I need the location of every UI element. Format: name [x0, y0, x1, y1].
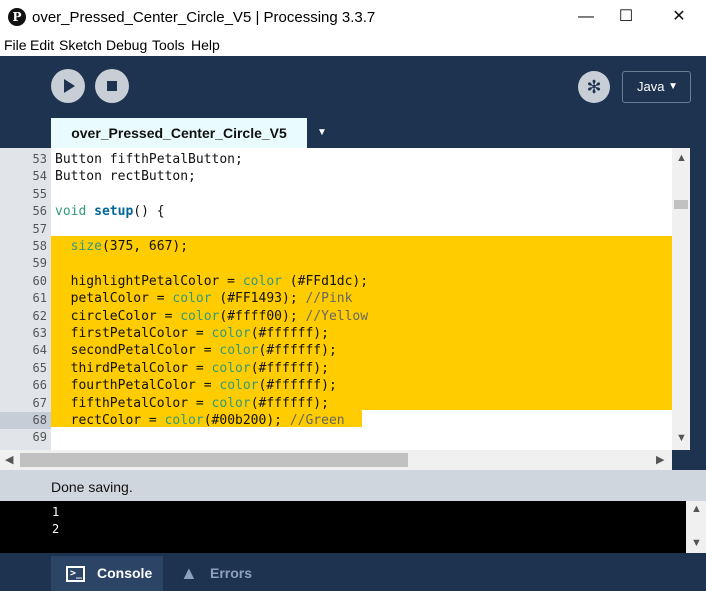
menu-file[interactable]: File [4, 37, 27, 53]
tab-console[interactable]: >_ Console [51, 556, 163, 591]
stop-button[interactable] [95, 69, 129, 103]
code-line: thirdPetalColor = color(#ffffff); [55, 360, 329, 376]
scroll-down-icon[interactable]: ▼ [676, 432, 687, 444]
title-bar: P over_Pressed_Center_Circle_V5 | Proces… [0, 0, 706, 34]
console-icon: >_ [66, 566, 85, 582]
scroll-right-icon[interactable]: ▶ [656, 453, 664, 466]
run-button[interactable] [51, 69, 85, 103]
scroll-left-icon[interactable]: ◀ [5, 453, 13, 466]
line-number: 60 [32, 273, 47, 288]
line-number: 55 [32, 186, 47, 201]
editor-vertical-scrollbar[interactable]: ▲ ▼ [672, 148, 690, 450]
tab-errors-label: Errors [210, 565, 253, 581]
line-number: 54 [32, 169, 47, 184]
toolbar: ✻ Java ▼ [0, 56, 706, 118]
code-editor[interactable]: Button fifthPetalButton; Button rectButt… [51, 148, 672, 450]
close-button[interactable]: ✕ [656, 0, 702, 34]
menu-sketch[interactable]: Sketch [59, 37, 102, 53]
scroll-down-icon[interactable]: ▼ [691, 537, 702, 549]
line-number: 64 [32, 343, 47, 358]
status-bar: Done saving. [0, 470, 706, 501]
menu-help[interactable]: Help [191, 37, 220, 53]
line-number: 57 [32, 221, 47, 236]
line-number-current: 68 [0, 412, 51, 430]
code-line: secondPetalColor = color(#ffffff); [55, 343, 337, 359]
debug-button[interactable]: ✻ [578, 71, 610, 103]
code-line: fifthPetalColor = color(#ffffff); [55, 395, 329, 411]
line-number: 56 [32, 204, 47, 219]
code-line: firstPetalColor = color(#ffffff); [55, 326, 329, 341]
code-line: highlightPetalColor = color (#FFd1dc); [55, 273, 369, 289]
code-line: void setup() { [55, 204, 165, 220]
line-number: 66 [32, 378, 47, 393]
warning-icon: ▲ [180, 563, 198, 583]
console-scrollbar[interactable]: ▲ ▼ [686, 501, 706, 553]
processing-logo-icon: P [8, 8, 26, 26]
maximize-button[interactable]: ☐ [603, 0, 649, 34]
code-line: Button fifthPetalButton; [55, 152, 243, 167]
scrollbar-thumb[interactable] [674, 200, 688, 209]
mode-label: Java [637, 79, 665, 94]
butterfly-icon: ✻ [586, 77, 602, 97]
scrollbar-thumb[interactable] [20, 453, 408, 467]
console-output[interactable]: 1 2 [0, 501, 706, 553]
code-line: size(375, 667); [70, 239, 189, 254]
line-number: 59 [32, 256, 47, 271]
menu-edit[interactable]: Edit [30, 37, 54, 53]
line-number: 69 [32, 430, 47, 445]
tab-console-label: Console [97, 565, 153, 581]
menu-bar: File Edit Sketch Debug Tools Help [0, 34, 706, 56]
bottom-tab-bar: >_ Console ▲ Errors [0, 553, 706, 591]
code-line: Button rectButton; [55, 169, 196, 185]
tab-sketch[interactable]: over_Pressed_Center_Circle_V5 [51, 118, 307, 148]
line-number: 61 [32, 291, 47, 306]
chevron-down-icon: ▼ [668, 81, 678, 92]
code-line: petalColor = color (#FF1493); //Pink [55, 291, 353, 307]
line-number: 62 [32, 308, 47, 323]
tab-errors[interactable]: ▲ Errors [168, 556, 268, 591]
line-number-gutter: 53 54 55 56 57 58 59 60 61 62 63 64 65 6… [0, 148, 51, 450]
code-line: circleColor = color(#ffff00); //Yellow [55, 308, 369, 324]
line-number: 58 [32, 239, 47, 253]
sketch-tab-bar: over_Pressed_Center_Circle_V5 ▼ [0, 118, 706, 148]
mode-selector[interactable]: Java ▼ [622, 71, 691, 103]
line-number: 53 [32, 152, 47, 166]
line-number: 63 [32, 326, 47, 340]
console-line: 2 [52, 522, 60, 536]
scroll-up-icon[interactable]: ▲ [691, 503, 702, 515]
console-line: 1 [52, 505, 60, 519]
stop-icon [107, 81, 117, 91]
editor-horizontal-scrollbar[interactable]: ◀ ▶ [0, 450, 672, 470]
status-message: Done saving. [51, 479, 133, 495]
tab-menu-button[interactable]: ▼ [311, 118, 333, 148]
scroll-up-icon[interactable]: ▲ [676, 152, 687, 164]
menu-tools[interactable]: Tools [152, 37, 185, 53]
line-number: 67 [32, 395, 47, 410]
play-icon [64, 79, 75, 93]
window-title: over_Pressed_Center_Circle_V5 | Processi… [32, 9, 376, 26]
code-line: rectColor = color(#00b200); //Green [55, 413, 345, 428]
code-line: fourthPetalColor = color(#ffffff); [55, 378, 337, 394]
menu-debug[interactable]: Debug [106, 37, 147, 53]
line-number: 65 [32, 360, 47, 375]
